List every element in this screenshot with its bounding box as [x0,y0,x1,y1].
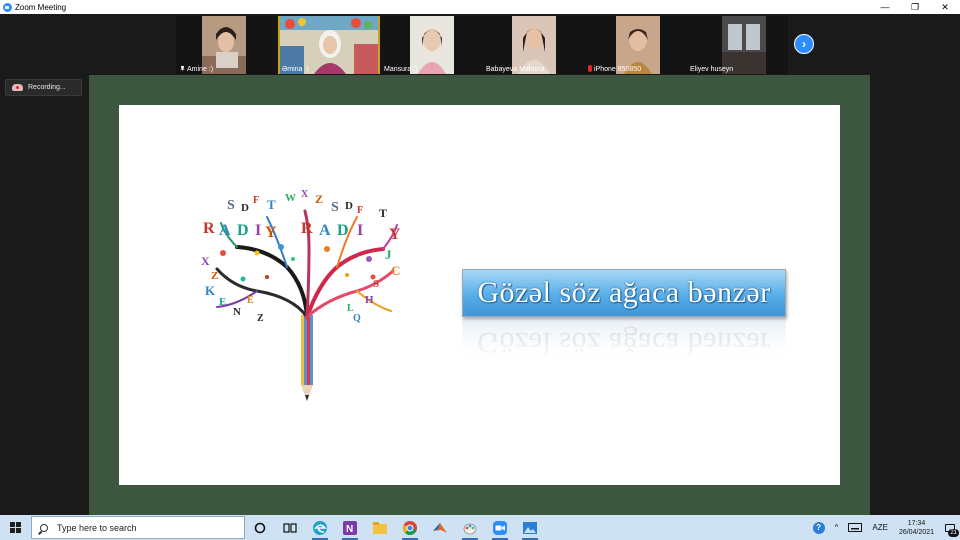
participant-name: iPhone 850850 [588,65,641,73]
svg-text:D: D [237,222,249,239]
svg-text:S: S [373,278,379,290]
svg-text:Y: Y [265,224,277,241]
onenote-icon[interactable]: N [335,515,365,540]
participant-name: Eliyev huseyn [690,66,734,73]
participant-tile-3[interactable]: Mansura :) [380,16,482,74]
edge-icon[interactable] [305,515,335,540]
cortana-icon[interactable] [245,515,275,540]
zoom-taskbar-icon[interactable] [485,515,515,540]
window-titlebar: Zoom Meeting — ❐ ✕ [0,0,960,14]
next-participants-button[interactable]: › [794,34,814,54]
search-placeholder: Type here to search [57,522,137,533]
participant-tile-5[interactable]: iPhone 850850 [584,16,686,74]
svg-text:D: D [337,222,349,239]
keyboard-icon[interactable] [843,523,867,532]
show-hidden-icons-chevron-icon[interactable]: ^ [830,523,844,532]
svg-text:Z: Z [257,313,264,324]
letter-tree-pencil-image: S D F T W X Z S D F T R A D I Y R A D I … [201,189,401,401]
participant-strip: Amine :) Əmina :) Mansura :) Babayeva Ma… [176,16,788,74]
shared-screen: S D F T W X Z S D F T R A D I Y R A D I … [89,75,870,515]
windows-logo-icon [9,522,21,533]
zoom-app-icon [3,2,12,12]
minimize-button[interactable]: — [870,0,900,14]
input-language-indicator[interactable]: AZE [867,523,893,532]
svg-text:Q: Q [353,313,361,324]
svg-text:Z: Z [211,270,218,282]
participant-tile-6[interactable]: Eliyev huseyn [686,16,788,74]
participant-tile-2[interactable]: Əmina :) [278,16,380,74]
presentation-slide: S D F T W X Z S D F T R A D I Y R A D I … [119,105,840,485]
svg-text:I: I [255,222,261,239]
action-center-button[interactable]: 21 [940,515,960,540]
svg-text:E: E [219,296,226,308]
svg-text:S: S [331,200,339,215]
window-controls: — ❐ ✕ [870,0,960,14]
participant-name: Əmina :) [282,66,309,73]
clock-time: 17:34 [907,519,926,527]
participant-tile-4[interactable]: Babayeva Mahuna [482,16,584,74]
pin-icon [180,66,185,72]
file-explorer-icon[interactable] [365,515,395,540]
svg-text:E: E [247,295,254,306]
svg-text:F: F [357,205,363,216]
chevron-right-icon: › [802,37,806,51]
participant-name: Mansura :) [384,66,418,73]
slide-title-reflection: Gözəl söz ağaca bənzər [462,318,786,366]
svg-text:F: F [253,195,259,206]
chrome-icon[interactable] [395,515,425,540]
recording-label: Recording... [28,84,66,91]
svg-text:J: J [385,247,392,262]
participant-tile-1[interactable]: Amine :) [176,16,278,74]
windows-taskbar: Type here to search N ? ^ AZE 17:34 26/0… [0,515,960,540]
svg-text:R: R [203,220,215,237]
photos-icon[interactable] [515,515,545,540]
slide-title: Gözəl söz ağaca bənzər [477,276,771,309]
svg-text:T: T [379,206,387,220]
svg-text:N: N [346,524,353,535]
mic-muted-icon [588,65,592,72]
recording-icon [12,84,23,91]
help-icon[interactable]: ? [808,521,830,534]
paint-icon[interactable] [455,515,485,540]
participant-name: Babayeva Mahuna [486,66,545,73]
meeting-area: Amine :) Əmina :) Mansura :) Babayeva Ma… [0,14,960,515]
svg-text:R: R [301,220,313,237]
svg-text:H: H [365,294,374,306]
svg-text:Y: Y [389,226,401,243]
svg-text:C: C [391,263,400,278]
taskbar-clock[interactable]: 17:34 26/04/2021 [893,519,940,537]
notification-count: 21 [948,529,959,537]
svg-text:D: D [345,200,353,212]
svg-text:N: N [233,306,241,318]
svg-text:T: T [267,197,276,212]
svg-text:A: A [319,222,331,239]
start-button[interactable] [0,515,30,540]
close-button[interactable]: ✕ [930,0,960,14]
slide-title-reflection-text: Gözəl söz ağaca bənzər [477,326,771,359]
search-icon [40,523,48,532]
svg-text:A: A [219,222,231,239]
svg-text:K: K [205,283,216,298]
svg-text:S: S [227,198,235,213]
svg-text:W: W [285,192,296,204]
task-view-icon[interactable] [275,515,305,540]
taskbar-search-box[interactable]: Type here to search [31,516,245,539]
svg-text:X: X [301,189,309,200]
svg-text:Z: Z [315,192,323,206]
system-tray: ? ^ AZE 17:34 26/04/2021 21 [808,515,960,540]
clock-date: 26/04/2021 [898,528,934,536]
svg-text:I: I [357,222,363,239]
matlab-icon[interactable] [425,515,455,540]
restore-button[interactable]: ❐ [900,0,930,14]
slide-title-banner: Gözəl söz ağaca bənzər [462,269,786,317]
recording-indicator[interactable]: Recording... [5,79,82,96]
svg-text:D: D [241,202,249,214]
svg-text:X: X [201,254,210,268]
participant-name: Amine :) [180,66,213,73]
window-title: Zoom Meeting [15,2,67,12]
